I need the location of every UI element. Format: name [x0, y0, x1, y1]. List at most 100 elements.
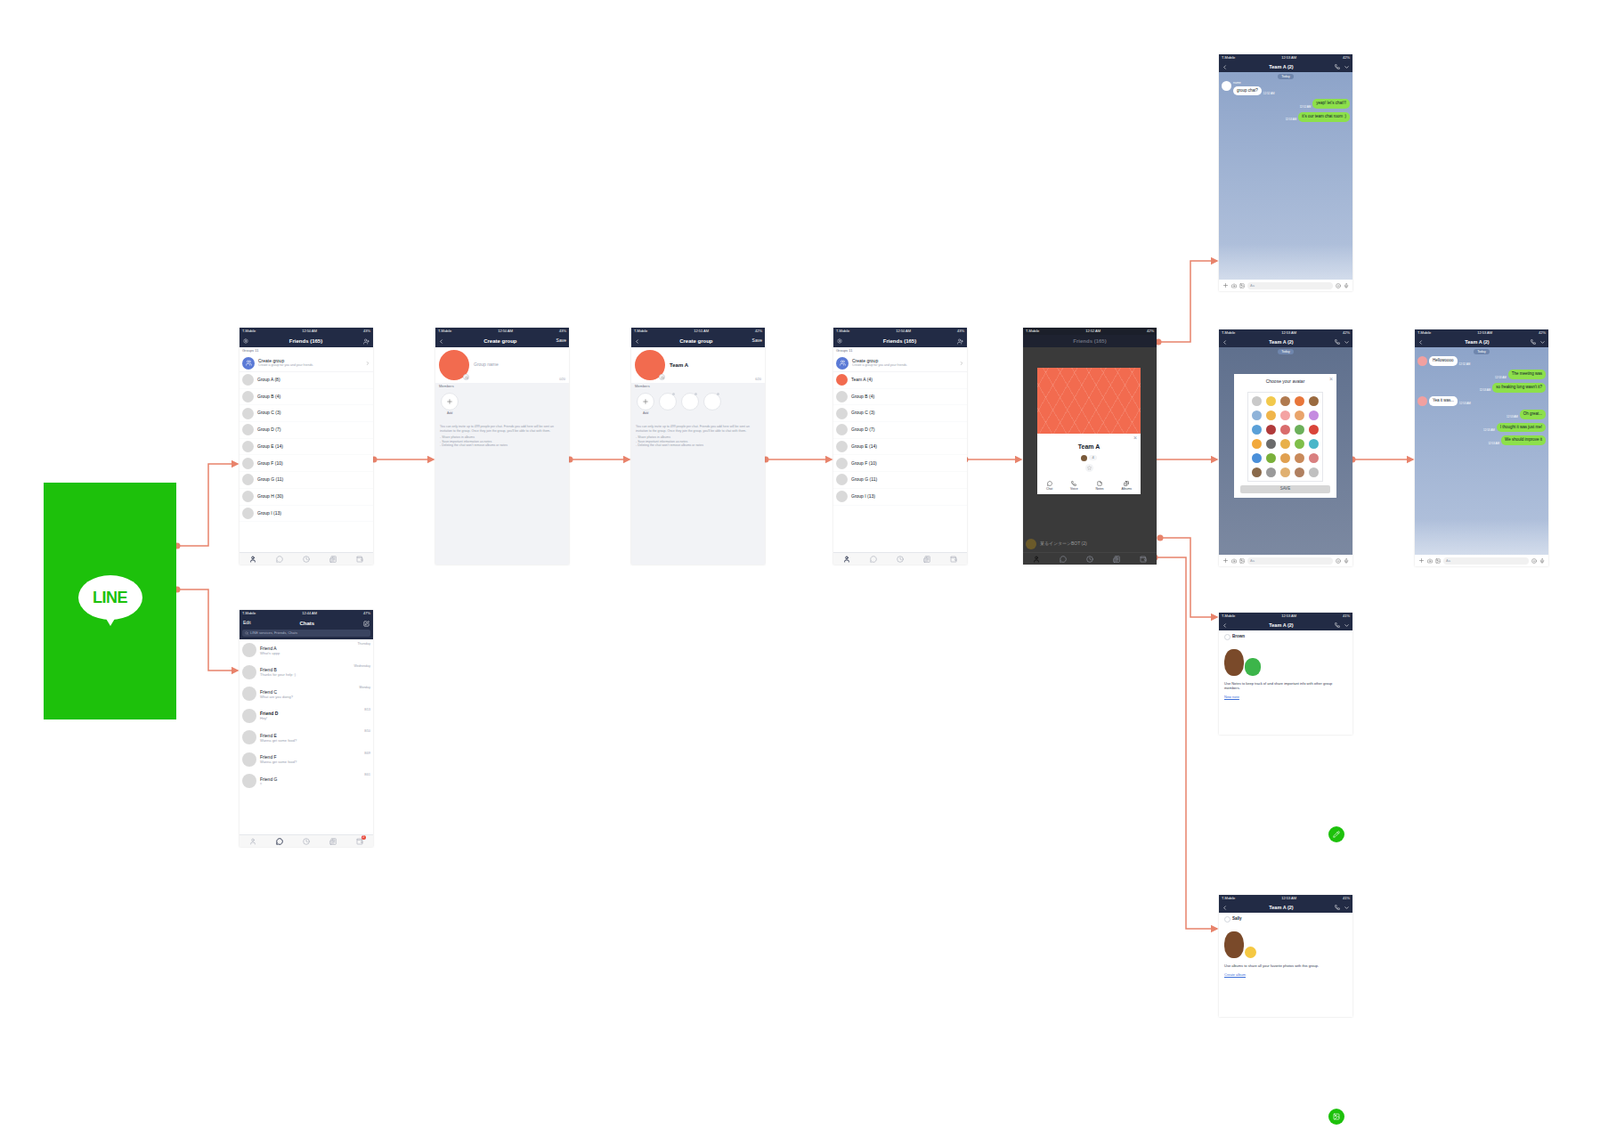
group-row[interactable]: Group G (11) — [239, 471, 374, 489]
tab[interactable] — [353, 553, 366, 565]
close-button[interactable]: × — [1133, 434, 1138, 441]
phone-icon[interactable] — [1334, 64, 1341, 70]
menu-icon[interactable] — [1343, 339, 1350, 346]
action-button[interactable]: Chat — [1046, 480, 1053, 492]
favorite-icon[interactable] — [1087, 465, 1092, 471]
emoji-icon[interactable] — [1335, 283, 1341, 289]
image-icon[interactable] — [1435, 558, 1441, 564]
avatar-option[interactable] — [1308, 424, 1319, 435]
chat-row[interactable]: Friend G!!8/01 — [239, 770, 374, 793]
chat-row[interactable]: Friend AWhat's upppThursday — [239, 639, 374, 662]
group-photo[interactable] — [634, 349, 666, 381]
action-button[interactable]: Albums — [1120, 480, 1132, 492]
group-row[interactable]: Group A (8) — [239, 372, 374, 390]
avatar-option[interactable] — [1266, 467, 1276, 478]
avatar-option[interactable] — [1251, 424, 1262, 435]
back-icon[interactable] — [1221, 339, 1228, 346]
chat-row[interactable]: Friend FWanna get some food?8/09 — [239, 748, 374, 772]
action-button[interactable]: Notes — [1095, 480, 1104, 492]
tab[interactable] — [1030, 553, 1043, 565]
avatar-option[interactable] — [1280, 438, 1291, 449]
group-row[interactable]: Group I (13) — [833, 488, 967, 506]
create-group-row[interactable]: Create groupCreate a group for you and y… — [833, 354, 967, 373]
save-button[interactable]: Save — [556, 337, 567, 345]
chat-row[interactable]: Friend BThanks for your help :)Wednesday — [239, 661, 374, 684]
mic-icon[interactable] — [1343, 558, 1349, 564]
plus-icon[interactable] — [1222, 282, 1229, 289]
group-row[interactable]: Group F (10) — [833, 454, 967, 472]
chat-row[interactable]: Friend DHey!8/13 — [239, 705, 374, 728]
avatar-option[interactable] — [1308, 438, 1319, 449]
avatar-option[interactable] — [1266, 438, 1276, 449]
group-row[interactable]: Group H (30) — [239, 488, 374, 506]
emoji-icon[interactable] — [1335, 558, 1341, 564]
menu-icon[interactable] — [1539, 339, 1546, 346]
avatar-option[interactable] — [1251, 453, 1262, 463]
back-icon[interactable] — [1221, 904, 1228, 911]
compose-icon[interactable] — [363, 620, 370, 627]
add-friend-icon[interactable] — [363, 338, 370, 345]
tab[interactable] — [920, 553, 934, 565]
avatar-option[interactable] — [1280, 453, 1291, 463]
tab[interactable] — [867, 553, 880, 565]
tab[interactable] — [326, 553, 340, 565]
avatar-option[interactable] — [1308, 467, 1319, 478]
camera-icon[interactable] — [1231, 283, 1237, 289]
close-button[interactable]: × — [1329, 375, 1333, 382]
chat-row[interactable]: Friend EWanna get some food?8/10 — [239, 726, 374, 749]
mic-icon[interactable] — [1343, 283, 1349, 289]
avatar-option[interactable] — [1294, 424, 1305, 435]
mic-icon[interactable] — [1539, 558, 1545, 564]
avatar-option[interactable] — [1308, 410, 1319, 421]
avatar-option[interactable] — [1266, 410, 1276, 421]
new-note-link[interactable]: New note — [1224, 694, 1348, 700]
group-row[interactable]: Group B (4) — [239, 389, 374, 407]
avatar-option[interactable] — [1251, 438, 1262, 449]
avatar-option[interactable] — [1251, 410, 1262, 421]
phone-icon[interactable] — [1334, 622, 1341, 628]
camera-icon[interactable] — [462, 373, 470, 381]
emoji-icon[interactable] — [1531, 558, 1537, 564]
message-field[interactable]: Aa — [1247, 557, 1333, 565]
tab[interactable] — [273, 836, 286, 847]
avatar-option[interactable] — [1280, 396, 1291, 407]
avatar-option[interactable] — [1266, 424, 1276, 435]
camera-icon[interactable] — [1231, 558, 1237, 564]
edit-button[interactable]: Edit — [243, 619, 252, 627]
avatar-option[interactable] — [1308, 396, 1319, 407]
tab[interactable] — [1110, 553, 1123, 565]
back-icon[interactable] — [438, 338, 445, 345]
settings-icon[interactable] — [243, 338, 249, 344]
tab[interactable] — [1056, 553, 1070, 565]
back-icon[interactable] — [1221, 64, 1228, 71]
avatar-option[interactable] — [1251, 467, 1262, 478]
tab[interactable] — [840, 553, 853, 565]
phone-icon[interactable] — [1334, 339, 1341, 345]
tab[interactable] — [300, 553, 313, 565]
phone-icon[interactable] — [1530, 339, 1536, 345]
image-icon[interactable] — [1239, 558, 1245, 564]
avatar-option[interactable] — [1308, 453, 1319, 463]
group-row[interactable]: Group E (14) — [239, 438, 374, 456]
tab[interactable] — [300, 836, 313, 847]
menu-icon[interactable] — [1343, 622, 1350, 629]
group-row[interactable]: Group D (7) — [833, 422, 967, 439]
plus-icon[interactable] — [1222, 557, 1229, 564]
camera-icon[interactable] — [658, 373, 666, 381]
avatar-option[interactable] — [1294, 396, 1305, 407]
settings-icon[interactable] — [836, 338, 843, 344]
group-row[interactable]: Group C (3) — [833, 405, 967, 423]
tab[interactable] — [273, 553, 286, 565]
avatar-option[interactable] — [1294, 453, 1305, 463]
search-field[interactable]: LINE services, Friends, Chats — [242, 629, 371, 637]
add-friend-icon[interactable] — [957, 338, 964, 345]
avatar-option[interactable] — [1280, 424, 1291, 435]
create-group-row[interactable]: Create groupCreate a group for you and y… — [239, 354, 374, 373]
group-row[interactable]: Group E (14) — [833, 438, 967, 456]
create-album-link[interactable]: Create album — [1224, 972, 1348, 978]
member-avatar[interactable] — [681, 392, 699, 411]
new-album-button[interactable] — [1328, 1108, 1345, 1125]
tab[interactable] — [326, 836, 340, 847]
tab[interactable] — [246, 836, 260, 847]
group-row[interactable]: Group B (4) — [833, 389, 967, 407]
